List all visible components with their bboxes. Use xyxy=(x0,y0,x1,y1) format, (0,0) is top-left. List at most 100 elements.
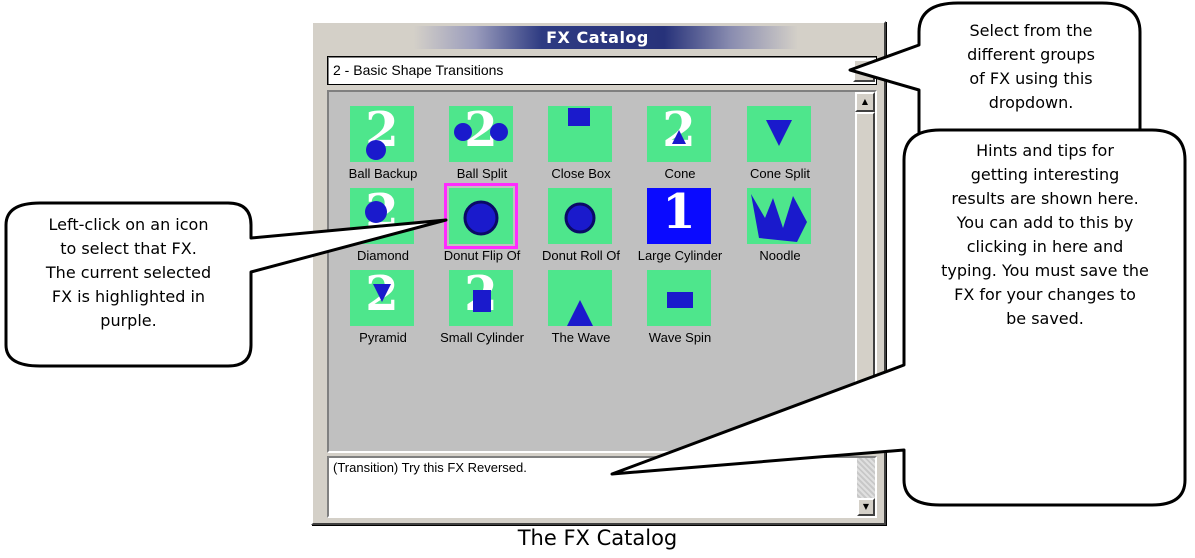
callout-line: Hints and tips for xyxy=(976,141,1114,160)
callout-line: typing. You must save the xyxy=(941,261,1149,280)
fx-thumbnail[interactable] xyxy=(747,106,811,162)
fx-icon-item[interactable]: 2 Pyramid xyxy=(337,270,429,352)
fx-shape xyxy=(751,194,807,242)
fx-thumbnail[interactable]: 2 xyxy=(647,106,711,162)
callout-line: Left-click on an icon xyxy=(48,215,209,234)
fx-shape xyxy=(567,300,593,326)
fx-catalog-window: FX Catalog 2 - Basic Shape Transitions ▼… xyxy=(311,21,886,525)
fx-icon-item[interactable]: Noodle xyxy=(734,188,826,270)
fx-icon-item[interactable]: Donut Roll Of xyxy=(535,188,627,270)
fx-shape xyxy=(490,123,508,141)
fx-icon-grid: 2 Ball Backup 2 Ball Split Close Box 2 Cone Con… xyxy=(327,90,877,453)
callout-line: of FX using this xyxy=(969,69,1093,88)
callout-line: clicking in here and xyxy=(966,237,1124,256)
fx-icon-item[interactable]: 1 Large Cylinder xyxy=(634,188,726,270)
fx-shape-graphic xyxy=(366,140,386,160)
fx-icon-item[interactable]: Donut Flip Of xyxy=(436,183,528,270)
fx-thumbnail[interactable] xyxy=(747,188,811,244)
callout-line: You can add to this by xyxy=(956,213,1134,232)
chevron-down-icon: ▼ xyxy=(860,65,868,75)
fx-shape-graphic xyxy=(567,300,593,326)
fx-icon-item[interactable]: 2 Diamond xyxy=(337,188,429,270)
fx-label: Pyramid xyxy=(359,330,407,345)
fx-icon-item[interactable]: Close Box xyxy=(535,106,627,188)
fx-icon-item[interactable]: 2 Small Cylinder xyxy=(436,270,528,352)
fx-shape-graphic xyxy=(766,120,792,146)
fx-shape xyxy=(667,292,693,308)
chevron-down-icon: ▼ xyxy=(862,502,870,511)
fx-label: Cone xyxy=(664,166,696,181)
fx-icon-item[interactable]: The Wave xyxy=(535,270,627,352)
fx-label: Small Cylinder xyxy=(440,330,524,345)
callout-line: to select that FX. xyxy=(60,239,197,258)
fx-thumbnail[interactable]: 2 xyxy=(449,106,513,162)
fx-shape-graphic xyxy=(365,201,387,223)
fx-group-dropdown[interactable]: 2 - Basic Shape Transitions ▼ xyxy=(327,56,877,85)
scroll-down-button[interactable]: ▼ xyxy=(857,498,875,516)
fx-thumbnail[interactable] xyxy=(548,106,612,162)
scroll-thumb[interactable] xyxy=(855,112,875,432)
fx-label: The Wave xyxy=(551,330,611,345)
fx-shape-graphic xyxy=(473,290,491,312)
fx-icon-item[interactable]: Wave Spin xyxy=(634,270,726,352)
fx-label: Ball Split xyxy=(456,166,508,181)
fx-thumbnail[interactable] xyxy=(548,270,612,326)
fx-label: Wave Spin xyxy=(648,330,712,345)
fx-group-selected: 2 - Basic Shape Transitions xyxy=(333,62,504,78)
fx-label: Donut Roll Of xyxy=(541,248,621,263)
fx-thumbnail[interactable] xyxy=(647,270,711,326)
callout-line: dropdown. xyxy=(988,93,1074,112)
callout-line: The current selected xyxy=(45,263,212,282)
fx-shape-graphic xyxy=(647,188,711,244)
fx-shape xyxy=(463,200,499,236)
callout-line: FX for your changes to xyxy=(954,285,1136,304)
callout-line: getting interesting xyxy=(970,165,1120,184)
fx-shape-graphic xyxy=(564,202,596,234)
fx-icon-item[interactable]: Cone Split xyxy=(734,106,826,188)
fx-shape-graphic xyxy=(751,194,807,242)
fx-label: Donut Flip Of xyxy=(443,248,521,263)
fx-thumbnail[interactable]: 2 xyxy=(350,106,414,162)
figure-caption: The FX Catalog xyxy=(517,526,678,550)
fx-icon-item[interactable]: 2 Ball Split xyxy=(436,106,528,188)
fx-label: Ball Backup xyxy=(348,166,418,181)
fx-shape xyxy=(473,290,491,312)
window-title: FX Catalog xyxy=(546,28,649,47)
fx-thumbnail-selected[interactable] xyxy=(444,183,518,249)
callout-line: FX is highlighted in xyxy=(51,287,206,306)
dropdown-callout-text: Select from the different groups of FX u… xyxy=(922,19,1140,115)
fx-label: Close Box xyxy=(551,166,611,181)
fx-thumbnail[interactable]: 2 xyxy=(350,270,414,326)
fx-shape-graphic xyxy=(454,123,508,141)
fx-icon-item[interactable]: 2 Ball Backup xyxy=(337,106,429,188)
fx-shape xyxy=(672,130,686,144)
fx-shape-graphic xyxy=(568,108,590,126)
fx-shape-graphic xyxy=(667,292,693,308)
fx-thumbnail[interactable]: 2 xyxy=(449,270,513,326)
select-callout-text: Left-click on an icon to select that FX.… xyxy=(8,213,249,333)
scroll-up-button[interactable]: ▲ xyxy=(855,92,875,112)
fx-shape xyxy=(454,123,472,141)
callout-line: Select from the xyxy=(969,21,1093,40)
hint-scrollbar[interactable]: ▼ xyxy=(857,458,875,516)
fx-label: Large Cylinder xyxy=(637,248,723,263)
callout-line: results are shown here. xyxy=(951,189,1139,208)
title-bar[interactable]: FX Catalog xyxy=(319,26,876,49)
fx-shape xyxy=(366,140,386,160)
fx-label: Noodle xyxy=(759,248,801,263)
hints-callout-text: Hints and tips for getting interesting r… xyxy=(907,139,1183,331)
callout-line: different groups xyxy=(967,45,1095,64)
hint-textarea[interactable]: (Transition) Try this FX Reversed. ▼ xyxy=(327,456,877,518)
fx-icon-item[interactable]: 2 Cone xyxy=(634,106,726,188)
grid-scrollbar[interactable]: ▲ xyxy=(855,92,875,451)
fx-shape-graphic xyxy=(672,130,686,144)
dropdown-arrow-button[interactable]: ▼ xyxy=(853,59,875,82)
fx-thumbnail[interactable] xyxy=(548,188,612,244)
fx-shape xyxy=(564,202,596,234)
fx-thumbnail[interactable]: 2 xyxy=(350,188,414,244)
fx-shape xyxy=(373,284,391,302)
fx-thumbnail[interactable]: 1 xyxy=(647,188,711,244)
callout-line: be saved. xyxy=(1006,309,1084,328)
fx-shape xyxy=(365,201,387,223)
fx-label: Cone Split xyxy=(750,166,810,181)
